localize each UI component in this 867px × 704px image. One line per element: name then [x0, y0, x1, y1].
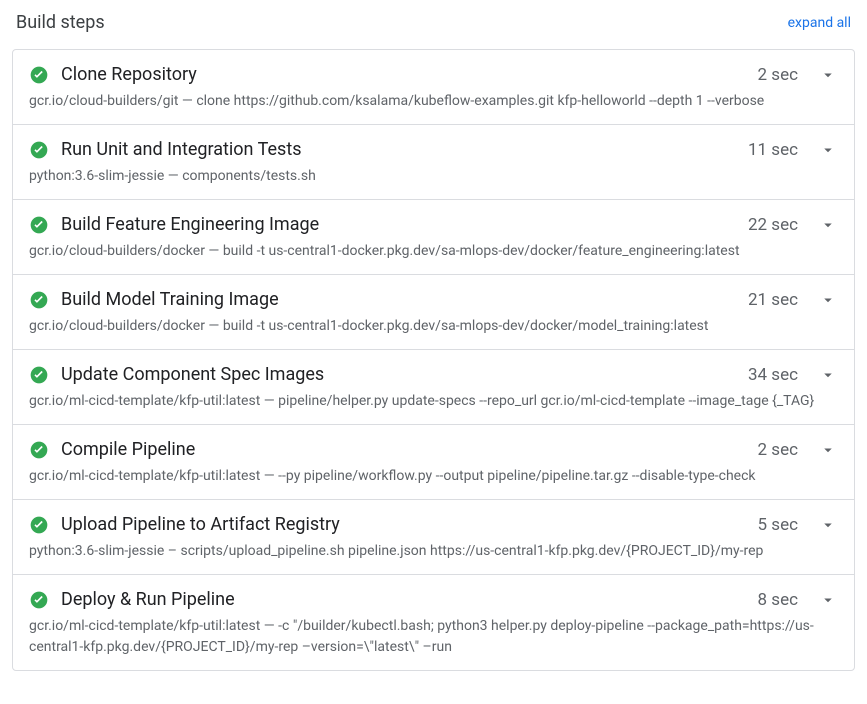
chevron-down-icon: [818, 365, 838, 385]
success-icon: [29, 215, 49, 235]
success-icon: [29, 65, 49, 85]
expand-all-link[interactable]: expand all: [788, 15, 851, 31]
step-title: Run Unit and Integration Tests: [61, 139, 736, 160]
step-title: Build Feature Engineering Image: [61, 214, 736, 235]
chevron-down-icon: [818, 290, 838, 310]
step-title: Upload Pipeline to Artifact Registry: [61, 514, 746, 535]
chevron-down-icon: [818, 215, 838, 235]
step-duration: 34 sec: [748, 365, 798, 385]
step-duration: 2 sec: [758, 65, 798, 85]
page-title: Build steps: [16, 12, 105, 33]
build-step-row[interactable]: Upload Pipeline to Artifact Registry 5 s…: [13, 500, 854, 575]
build-step-row[interactable]: Build Feature Engineering Image 22 sec g…: [13, 200, 854, 275]
step-command: gcr.io/cloud-builders/docker — build -t …: [29, 316, 838, 337]
step-command: python:3.6-slim-jessie – scripts/upload_…: [29, 541, 838, 562]
step-duration: 22 sec: [748, 215, 798, 235]
step-title: Build Model Training Image: [61, 289, 736, 310]
build-step-row[interactable]: Clone Repository 2 sec gcr.io/cloud-buil…: [13, 50, 854, 125]
step-duration: 8 sec: [758, 590, 798, 610]
chevron-down-icon: [818, 590, 838, 610]
step-duration: 21 sec: [748, 290, 798, 310]
chevron-down-icon: [818, 440, 838, 460]
success-icon: [29, 365, 49, 385]
success-icon: [29, 440, 49, 460]
build-step-row[interactable]: Deploy & Run Pipeline 8 sec gcr.io/ml-ci…: [13, 575, 854, 670]
step-command: python:3.6-slim-jessie — components/test…: [29, 166, 838, 187]
step-title: Clone Repository: [61, 64, 746, 85]
step-title: Update Component Spec Images: [61, 364, 736, 385]
success-icon: [29, 515, 49, 535]
step-command: gcr.io/ml-cicd-template/kfp-util:latest …: [29, 466, 838, 487]
step-command: gcr.io/ml-cicd-template/kfp-util:latest …: [29, 616, 838, 658]
success-icon: [29, 290, 49, 310]
build-step-row[interactable]: Run Unit and Integration Tests 11 sec py…: [13, 125, 854, 200]
step-title: Compile Pipeline: [61, 439, 746, 460]
success-icon: [29, 590, 49, 610]
chevron-down-icon: [818, 65, 838, 85]
success-icon: [29, 140, 49, 160]
build-step-row[interactable]: Build Model Training Image 21 sec gcr.io…: [13, 275, 854, 350]
build-steps-header: Build steps expand all: [12, 12, 855, 33]
chevron-down-icon: [818, 140, 838, 160]
step-command: gcr.io/ml-cicd-template/kfp-util:latest …: [29, 391, 838, 412]
chevron-down-icon: [818, 515, 838, 535]
step-command: gcr.io/cloud-builders/git — clone https:…: [29, 91, 838, 112]
build-step-row[interactable]: Compile Pipeline 2 sec gcr.io/ml-cicd-te…: [13, 425, 854, 500]
step-duration: 11 sec: [748, 140, 798, 160]
step-command: gcr.io/cloud-builders/docker — build -t …: [29, 241, 838, 262]
step-duration: 2 sec: [758, 440, 798, 460]
step-title: Deploy & Run Pipeline: [61, 589, 746, 610]
build-steps-list: Clone Repository 2 sec gcr.io/cloud-buil…: [12, 49, 855, 671]
build-step-row[interactable]: Update Component Spec Images 34 sec gcr.…: [13, 350, 854, 425]
step-duration: 5 sec: [758, 515, 798, 535]
